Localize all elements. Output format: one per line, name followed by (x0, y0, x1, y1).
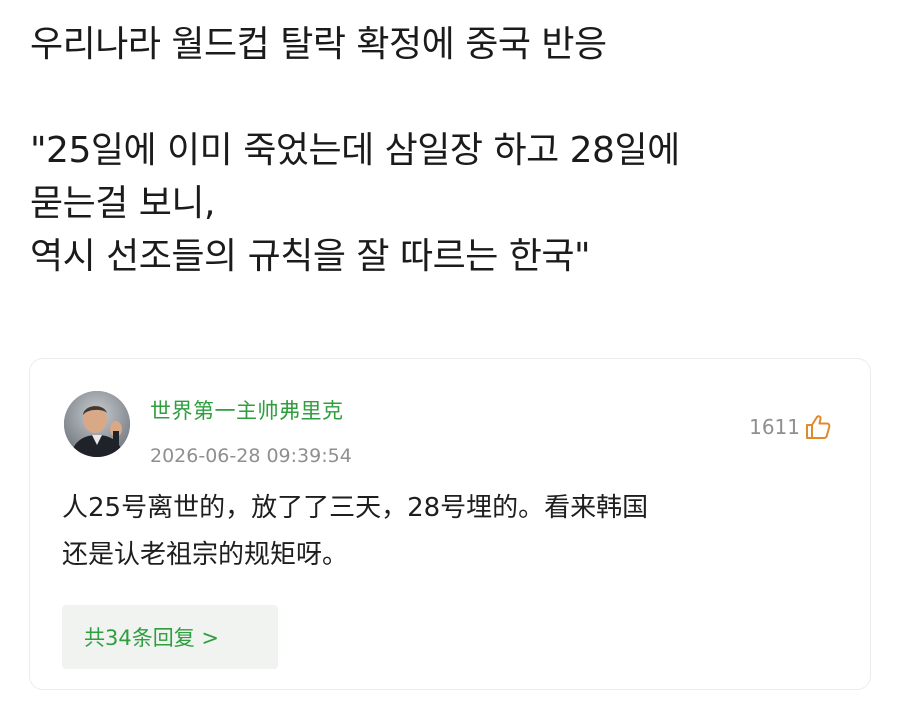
post-quote-line-2: 묻는걸 보니, (30, 183, 216, 224)
avatar-image (64, 391, 130, 457)
like-button[interactable]: 1611 (749, 413, 832, 441)
comment-body: 人25号离世的，放了了三天，28号埋的。看来韩国 还是认老祖宗的规矩呀。 (62, 485, 832, 579)
view-replies-button[interactable]: 共34条回复 > (62, 605, 278, 669)
comment-timestamp: 2026-06-28 09:39:54 (150, 445, 352, 467)
avatar[interactable] (64, 391, 130, 457)
comment-body-line: 还是认老祖宗的规矩呀。 (62, 540, 349, 570)
comment-card: 世界第一主帅弗里克 2026-06-28 09:39:54 1611 人25号离… (29, 358, 871, 690)
comment-username[interactable]: 世界第一主帅弗里克 (150, 395, 344, 425)
thumbs-up-icon (806, 415, 831, 439)
post-quote-line-3: 역시 선조들의 규칙을 잘 따르는 한국" (30, 236, 591, 277)
like-count: 1611 (749, 415, 800, 439)
comment-body-line: 人25号离世的，放了了三天，28号埋的。看来韩国 (62, 493, 649, 523)
post-quote-line-1: "25일에 이미 죽었는데 삼일장 하고 28일에 (30, 130, 680, 171)
post-text: 우리나라 월드컵 탈락 확정에 중국 반응 "25일에 이미 죽었는데 삼일장 … (30, 18, 870, 283)
post-title: 우리나라 월드컵 탈락 확정에 중국 반응 (30, 24, 607, 65)
